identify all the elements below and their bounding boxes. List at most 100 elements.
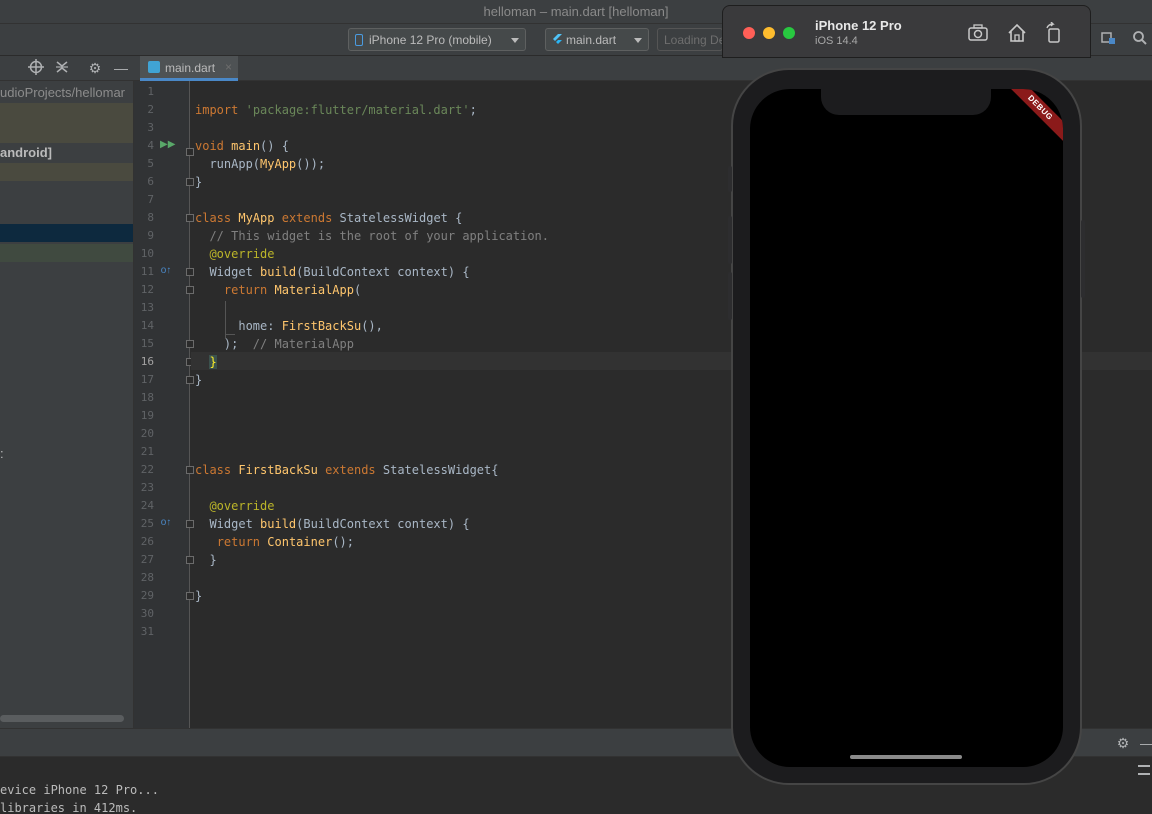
list-item[interactable] <box>0 163 133 181</box>
line-number[interactable]: 22 <box>134 461 154 479</box>
line-number[interactable]: 12 <box>134 281 154 299</box>
line-number[interactable]: 2 <box>134 101 154 119</box>
simulator-device-name: iPhone 12 Pro <box>815 18 902 33</box>
line-number[interactable]: 29 <box>134 587 154 605</box>
minimize-window-button[interactable] <box>763 27 775 39</box>
horizontal-scrollbar[interactable] <box>0 715 124 722</box>
project-tree: udioProjects/hellomar android] : <box>0 81 134 728</box>
locate-icon[interactable] <box>27 59 45 77</box>
code-line[interactable]: } <box>195 587 202 605</box>
line-number[interactable]: 21 <box>134 443 154 461</box>
code-line[interactable]: // This widget is the root of your appli… <box>195 227 549 245</box>
line-number[interactable]: 3 <box>134 119 154 137</box>
home-icon[interactable] <box>1006 22 1028 44</box>
line-number[interactable]: 17 <box>134 371 154 389</box>
simulator-os-version: iOS 14.4 <box>815 35 858 47</box>
line-number[interactable]: 30 <box>134 605 154 623</box>
code-line[interactable]: @override <box>195 497 274 515</box>
code-line[interactable]: import 'package:flutter/material.dart'; <box>195 101 477 119</box>
close-icon[interactable]: × <box>225 60 232 74</box>
line-number[interactable]: 14 <box>134 317 154 335</box>
code-line[interactable]: class MyApp extends StatelessWidget { <box>195 209 462 227</box>
code-line[interactable]: return Container(); <box>195 533 354 551</box>
list-item[interactable] <box>0 244 133 262</box>
home-indicator[interactable] <box>850 755 962 759</box>
mute-switch <box>728 166 732 192</box>
line-number[interactable]: 11 <box>134 263 154 281</box>
screenshot-icon[interactable] <box>967 22 989 44</box>
line-number[interactable]: 1 <box>134 83 154 101</box>
line-number[interactable]: 19 <box>134 407 154 425</box>
phone-screen[interactable]: DEBUG <box>750 89 1063 767</box>
line-number[interactable]: 23 <box>134 479 154 497</box>
iphone-frame: DEBUG <box>728 68 1085 785</box>
loading-label: Loading De <box>664 33 723 47</box>
run-icon[interactable]: ▶▶ <box>160 138 175 152</box>
device-selector[interactable]: iPhone 12 Pro (mobile) <box>348 28 526 51</box>
line-number[interactable]: 31 <box>134 623 154 641</box>
code-line[interactable]: return MaterialApp( <box>195 281 361 299</box>
line-number[interactable]: 7 <box>134 191 154 209</box>
line-number[interactable]: 8 <box>134 209 154 227</box>
minimize-icon[interactable]: — <box>1138 734 1152 752</box>
code-line[interactable]: } <box>195 371 202 389</box>
code-line[interactable]: @override <box>195 245 274 263</box>
search-icon[interactable] <box>1130 30 1150 50</box>
android-folder[interactable]: android] <box>0 144 133 162</box>
close-window-button[interactable] <box>743 27 755 39</box>
rotate-icon[interactable] <box>1043 21 1065 44</box>
line-number[interactable]: 9 <box>134 227 154 245</box>
line-number[interactable]: 24 <box>134 497 154 515</box>
gear-icon[interactable]: ⚙ <box>86 59 104 77</box>
flutter-icon <box>553 34 562 44</box>
line-number[interactable]: 15 <box>134 335 154 353</box>
code-line[interactable]: home: FirstBackSu(), <box>195 317 383 335</box>
code-line[interactable]: class FirstBackSu extends StatelessWidge… <box>195 461 498 479</box>
code-line[interactable]: void main() { <box>195 137 289 155</box>
code-line[interactable]: runApp(MyApp()); <box>195 155 325 173</box>
override-icon[interactable]: o↑ <box>159 264 173 278</box>
line-number[interactable]: 25 <box>134 515 154 533</box>
line-number[interactable]: 28 <box>134 569 154 587</box>
code-line[interactable]: Widget build(BuildContext context) { <box>195 515 469 533</box>
dart-file-icon <box>148 61 160 73</box>
console-line: libraries in 412ms. <box>0 801 138 814</box>
layout-icon[interactable] <box>1138 765 1150 775</box>
zoom-window-button[interactable] <box>783 27 795 39</box>
chevron-down-icon <box>634 38 642 43</box>
line-number[interactable]: 6 <box>134 173 154 191</box>
tab-main-dart[interactable]: main.dart × <box>140 56 238 81</box>
code-line[interactable]: ); // MaterialApp <box>195 335 354 353</box>
phone-notch <box>821 89 991 115</box>
line-number[interactable]: 16 <box>134 353 154 371</box>
loading-selector[interactable]: Loading De <box>657 28 723 51</box>
line-number[interactable]: 10 <box>134 245 154 263</box>
code-line[interactable]: Widget build(BuildContext context) { <box>195 263 469 281</box>
line-number[interactable]: 27 <box>134 551 154 569</box>
line-number[interactable]: 4 <box>134 137 154 155</box>
override-icon[interactable]: o↑ <box>159 516 173 530</box>
gear-icon[interactable]: ⚙ <box>1114 734 1132 752</box>
tab-label: main.dart <box>165 61 216 75</box>
code-line[interactable]: } <box>195 353 217 371</box>
project-toolbar: ⚙ — <box>0 56 134 81</box>
line-number[interactable]: 20 <box>134 425 154 443</box>
code-line[interactable]: } <box>195 173 202 191</box>
minimize-icon[interactable]: — <box>112 59 130 77</box>
simulator-titlebar: iPhone 12 Pro iOS 14.4 <box>722 5 1091 58</box>
volume-up-button <box>728 216 732 264</box>
volume-down-button <box>728 272 732 320</box>
project-path[interactable]: udioProjects/hellomar <box>0 84 133 102</box>
collapse-all-icon[interactable] <box>53 59 71 77</box>
device-manager-icon[interactable] <box>1098 30 1118 50</box>
line-number[interactable]: 5 <box>134 155 154 173</box>
line-number[interactable]: 26 <box>134 533 154 551</box>
code-line[interactable]: } <box>195 551 216 569</box>
power-button <box>1081 220 1085 298</box>
line-number[interactable]: 13 <box>134 299 154 317</box>
list-item-selected[interactable] <box>0 224 133 242</box>
line-number[interactable]: 18 <box>134 389 154 407</box>
list-item[interactable] <box>0 103 133 143</box>
phone-icon <box>355 34 363 46</box>
run-config-selector[interactable]: main.dart <box>545 28 649 51</box>
